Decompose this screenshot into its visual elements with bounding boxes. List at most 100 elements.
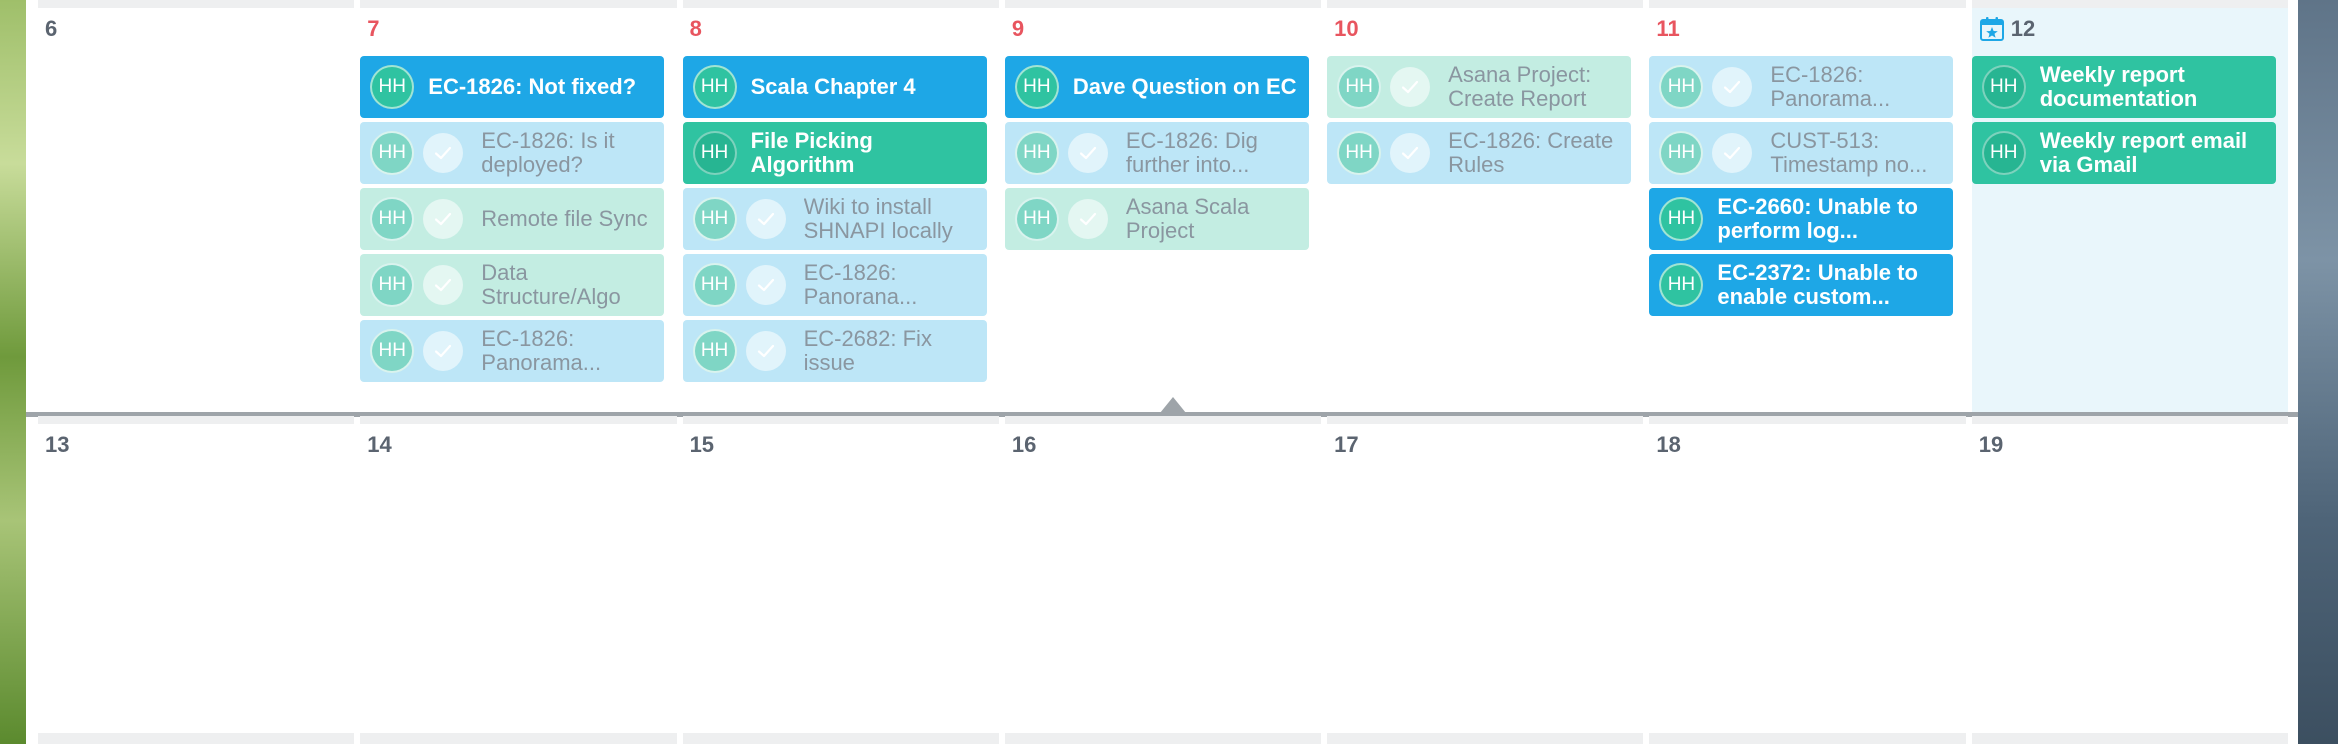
assignee-avatar[interactable]: HH — [370, 263, 415, 307]
task-title: EC-2660: Unable to perform log... — [1717, 195, 1918, 243]
assignee-avatar[interactable]: HH — [1981, 65, 2026, 109]
day-cell-11[interactable]: 11 HH EC-1826: Panorama... HH CUST-513: Time… — [1649, 0, 1966, 413]
checkmark-icon[interactable] — [1390, 67, 1431, 107]
task-event[interactable]: HH Asana Scala Project — [1004, 188, 1309, 250]
task-event[interactable]: HH File Picking Algorithm — [682, 122, 987, 184]
today-calendar-icon — [1979, 16, 2005, 42]
day-number-label: 11 — [1656, 16, 1680, 41]
task-event[interactable]: HH Weekly report email via Gmail — [1971, 122, 2276, 184]
assignee-avatar[interactable]: HH — [692, 329, 737, 373]
day-number: 13 — [38, 432, 354, 458]
task-event[interactable]: HH EC-2682: Fix issue — [682, 320, 987, 382]
assignee-avatar[interactable]: HH — [1337, 65, 1382, 109]
day-cell-6[interactable]: 6 — [38, 0, 355, 413]
day-number-label: 18 — [1656, 432, 1681, 457]
assignee-avatar[interactable]: HH — [1659, 197, 1704, 241]
day-number-label: 8 — [689, 16, 702, 41]
task-title: File Picking Algorithm — [750, 129, 873, 177]
task-event[interactable]: HH EC-2660: Unable to perform log... — [1649, 188, 1954, 250]
day-cell-15[interactable]: 15 — [682, 416, 999, 744]
task-event[interactable]: HH EC-1826: Panorama... — [360, 320, 665, 382]
day-number: 7 — [360, 16, 676, 42]
checkmark-icon[interactable] — [1067, 199, 1108, 239]
task-event[interactable]: HH EC-1826: Not fixed? — [360, 56, 665, 118]
day-number: 6 — [38, 16, 354, 42]
task-event[interactable]: HH Wiki to install SHNAPI locally — [682, 188, 987, 250]
task-event[interactable]: HH Scala Chapter 4 — [682, 56, 987, 118]
checkmark-icon[interactable] — [1712, 133, 1753, 173]
day-number-label: 13 — [45, 432, 70, 457]
checkmark-icon[interactable] — [1390, 133, 1431, 173]
day-cell-14[interactable]: 14 — [360, 416, 677, 744]
task-event[interactable]: HH EC-1826: Create Rules — [1327, 122, 1632, 184]
day-cell-7[interactable]: 7 HH EC-1826: Not fixed? HH EC-1826: Is it d… — [360, 0, 677, 413]
checkmark-icon[interactable] — [423, 331, 464, 371]
day-number: 10 — [1327, 16, 1643, 42]
calendar-week-row: 6 7 HH EC-1826: Not fixed? HH EC-1826: Is it … — [26, 0, 2298, 413]
task-event[interactable]: HH Remote file Sync — [360, 188, 665, 250]
assignee-avatar[interactable]: HH — [692, 263, 737, 307]
checkmark-icon[interactable] — [423, 199, 464, 239]
task-event[interactable]: HH Weekly report documentation — [1971, 56, 2276, 118]
day-number: 15 — [683, 432, 999, 458]
day-number: 16 — [1005, 432, 1321, 458]
task-event[interactable]: HH Dave Question on EC — [1004, 56, 1309, 118]
assignee-avatar[interactable]: HH — [692, 197, 737, 241]
task-event[interactable]: HH Data Structure/Algo — [360, 254, 665, 316]
task-event[interactable]: HH EC-1826: Dig further into... — [1004, 122, 1309, 184]
checkmark-icon[interactable] — [1712, 67, 1753, 107]
assignee-avatar[interactable]: HH — [1337, 131, 1382, 175]
day-cell-10[interactable]: 10 HH Asana Project: Create Report HH EC-182… — [1327, 0, 1644, 413]
task-title: Wiki to install SHNAPI locally — [803, 195, 953, 243]
calendar-week-row: 13 14 15 16 17 18 19 — [26, 416, 2298, 744]
checkmark-icon[interactable] — [745, 331, 786, 371]
day-events-list: HH Dave Question on EC HH EC-1826: Dig furt… — [1004, 56, 1321, 250]
assignee-avatar[interactable]: HH — [1014, 65, 1059, 109]
assignee-avatar[interactable]: HH — [1659, 65, 1704, 109]
checkmark-icon[interactable] — [1067, 133, 1108, 173]
day-events-list: HH EC-1826: Not fixed? HH EC-1826: Is it de… — [360, 56, 676, 382]
checkmark-icon[interactable] — [745, 199, 786, 239]
assignee-avatar[interactable]: HH — [1659, 263, 1704, 307]
day-cell-17[interactable]: 17 — [1327, 416, 1644, 744]
desktop-background-right — [2298, 0, 2338, 744]
assignee-avatar[interactable]: HH — [1659, 131, 1704, 175]
task-event[interactable]: HH CUST-513: Timestamp no... — [1649, 122, 1954, 184]
day-cell-13[interactable]: 13 — [38, 416, 355, 744]
checkmark-icon[interactable] — [423, 265, 464, 305]
assignee-avatar[interactable]: HH — [370, 131, 415, 175]
task-event[interactable]: HH EC-1826: Panorama... — [1649, 56, 1954, 118]
assignee-avatar[interactable]: HH — [1981, 131, 2026, 175]
assignee-avatar[interactable]: HH — [370, 329, 415, 373]
task-event[interactable]: HH Asana Project: Create Report — [1327, 56, 1632, 118]
assignee-avatar[interactable]: HH — [370, 65, 415, 109]
task-title: Asana Project: Create Report — [1448, 63, 1592, 111]
day-cell-9[interactable]: 9 HH Dave Question on EC HH EC-1826: Dig fur… — [1004, 0, 1322, 413]
task-event[interactable]: HH EC-2372: Unable to enable custom... — [1649, 254, 1954, 316]
task-event[interactable]: HH EC-1826: Panorana... — [682, 254, 987, 316]
task-title: Data Structure/Algo — [481, 261, 621, 309]
assignee-avatar[interactable]: HH — [1014, 131, 1059, 175]
day-cell-16[interactable]: 16 — [1004, 416, 1322, 744]
task-title: EC-1826: Not fixed? — [428, 75, 637, 99]
task-title: EC-1826: Create Rules — [1448, 129, 1614, 177]
assignee-avatar[interactable]: HH — [692, 131, 737, 175]
day-cell-18[interactable]: 18 — [1649, 416, 1966, 744]
day-events-list: HH Asana Project: Create Report HH EC-1826:… — [1327, 56, 1643, 184]
checkmark-icon[interactable] — [423, 133, 464, 173]
task-title: EC-2372: Unable to enable custom... — [1717, 261, 1918, 309]
day-cell-19[interactable]: 19 — [1971, 416, 2288, 744]
day-events-list: HH Weekly report documentation HH Weekly re… — [1971, 56, 2288, 184]
task-title: EC-1826: Panorama... — [1770, 63, 1891, 111]
day-cell-8[interactable]: 8 HH Scala Chapter 4 HH File Picking Algorit… — [682, 0, 999, 413]
day-cell-12[interactable]: 12 HH Weekly report documentation HH Weekly … — [1971, 0, 2288, 413]
checkmark-icon[interactable] — [745, 265, 786, 305]
assignee-avatar[interactable]: HH — [692, 65, 737, 109]
day-events-list: HH EC-1826: Panorama... HH CUST-513: Timest… — [1649, 56, 1965, 316]
task-event[interactable]: HH EC-1826: Is it deployed? — [360, 122, 665, 184]
assignee-avatar[interactable]: HH — [370, 197, 415, 241]
desktop-background-left — [0, 0, 26, 744]
assignee-avatar[interactable]: HH — [1014, 197, 1059, 241]
day-number-label: 14 — [367, 432, 392, 457]
task-title: Remote file Sync — [481, 207, 648, 231]
